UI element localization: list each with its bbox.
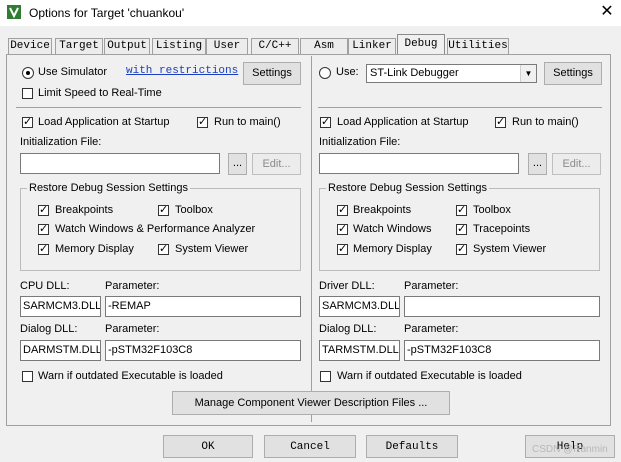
- right-run-to-main-label: Run to main(): [512, 116, 579, 128]
- left-memory-checkbox[interactable]: [38, 242, 49, 255]
- right-browse-button[interactable]: ...: [528, 153, 547, 175]
- left-dialog-param-input[interactable]: -pSTM32F103C8: [105, 340, 301, 361]
- right-run-to-main-checkbox[interactable]: [495, 115, 506, 128]
- tab-listing[interactable]: Listing: [152, 38, 206, 54]
- left-breakpoints-checkbox[interactable]: [38, 203, 49, 216]
- left-sysviewer-checkbox[interactable]: [158, 242, 169, 255]
- right-init-file-label: Initialization File:: [319, 136, 401, 148]
- tab-asm[interactable]: Asm: [300, 38, 348, 54]
- limit-speed-label: Limit Speed to Real-Time: [38, 87, 162, 99]
- left-dialog-param-label: Parameter:: [105, 323, 160, 335]
- limit-speed-checkbox[interactable]: [22, 88, 33, 99]
- left-watch-checkbox[interactable]: [38, 222, 49, 235]
- left-edit-button[interactable]: Edit...: [252, 153, 301, 175]
- cpu-dll-input[interactable]: SARMCM3.DLL: [20, 296, 101, 317]
- defaults-button[interactable]: Defaults: [366, 435, 458, 458]
- right-tracepoints-label: Tracepoints: [473, 223, 531, 235]
- driver-dll-label: Driver DLL:: [319, 280, 375, 292]
- left-warn-checkbox[interactable]: [22, 371, 33, 382]
- right-breakpoints-checkbox[interactable]: [337, 203, 348, 216]
- right-memory-label: Memory Display: [353, 243, 432, 255]
- right-load-app-label: Load Application at Startup: [337, 116, 469, 128]
- left-settings-button[interactable]: Settings: [243, 62, 301, 85]
- driver-param-label: Parameter:: [404, 280, 459, 292]
- right-warn-checkbox[interactable]: [320, 371, 331, 382]
- chevron-down-icon[interactable]: ▼: [520, 65, 536, 82]
- tab-debug[interactable]: Debug: [397, 34, 445, 55]
- left-browse-button[interactable]: ...: [228, 153, 247, 175]
- tab-user[interactable]: User: [206, 38, 248, 54]
- right-sysviewer-checkbox[interactable]: [456, 242, 467, 255]
- driver-dll-input[interactable]: SARMCM3.DLL: [319, 296, 400, 317]
- right-dialog-dll-input[interactable]: TARMSTM.DLL: [319, 340, 400, 361]
- cpu-param-input[interactable]: -REMAP: [105, 296, 301, 317]
- right-toolbox-checkbox[interactable]: [456, 203, 467, 216]
- left-warn-label: Warn if outdated Executable is loaded: [38, 370, 223, 382]
- tab-device[interactable]: Device: [8, 38, 52, 54]
- left-breakpoints-label: Breakpoints: [55, 204, 114, 216]
- cpu-param-label: Parameter:: [105, 280, 160, 292]
- right-breakpoints-label: Breakpoints: [353, 204, 412, 216]
- left-init-file-label: Initialization File:: [20, 136, 102, 148]
- left-load-app-label: Load Application at Startup: [38, 116, 170, 128]
- right-dialog-param-input[interactable]: -pSTM32F103C8: [404, 340, 600, 361]
- watermark: CSDN @Ranmin: [532, 444, 608, 455]
- right-watch-checkbox[interactable]: [337, 222, 348, 235]
- left-watch-label: Watch Windows & Performance Analyzer: [55, 223, 256, 235]
- keil-uvision-icon: [7, 5, 21, 19]
- right-tracepoints-checkbox[interactable]: [456, 222, 467, 235]
- left-memory-label: Memory Display: [55, 243, 134, 255]
- panel-divider: [311, 56, 312, 422]
- ok-button[interactable]: OK: [163, 435, 253, 458]
- debugger-select[interactable]: ST-Link Debugger ▼: [366, 64, 537, 83]
- left-run-to-main-checkbox[interactable]: [197, 115, 208, 128]
- tab-utilities[interactable]: Utilities: [447, 38, 509, 54]
- tab-output[interactable]: Output: [104, 38, 150, 54]
- right-toolbox-label: Toolbox: [473, 204, 511, 216]
- window-title: Options for Target 'chuankou': [29, 6, 185, 20]
- left-toolbox-label: Toolbox: [175, 204, 213, 216]
- close-icon[interactable]: ✕: [597, 2, 617, 22]
- left-dialog-dll-input[interactable]: DARMSTM.DLL: [20, 340, 101, 361]
- debugger-select-value: ST-Link Debugger: [370, 67, 459, 79]
- tab-linker[interactable]: Linker: [348, 38, 396, 54]
- manage-component-viewer-button[interactable]: Manage Component Viewer Description File…: [172, 391, 450, 415]
- right-separator: [318, 107, 602, 108]
- use-simulator-radio[interactable]: [22, 67, 34, 79]
- restrictions-link[interactable]: with restrictions: [126, 65, 238, 77]
- right-dialog-dll-label: Dialog DLL:: [319, 323, 377, 335]
- left-dialog-dll-label: Dialog DLL:: [20, 323, 78, 335]
- use-debugger-radio[interactable]: [319, 67, 331, 79]
- right-restore-group-title: Restore Debug Session Settings: [326, 182, 489, 194]
- use-simulator-label: Use Simulator: [38, 66, 108, 78]
- right-init-file-input[interactable]: [319, 153, 519, 174]
- left-load-app-checkbox[interactable]: [22, 115, 33, 128]
- cancel-button[interactable]: Cancel: [264, 435, 356, 458]
- driver-param-input[interactable]: [404, 296, 600, 317]
- left-init-file-input[interactable]: [20, 153, 220, 174]
- right-watch-label: Watch Windows: [353, 223, 432, 235]
- left-separator: [16, 107, 301, 108]
- right-sysviewer-label: System Viewer: [473, 243, 547, 255]
- right-settings-button[interactable]: Settings: [544, 62, 602, 85]
- left-restore-group-title: Restore Debug Session Settings: [27, 182, 190, 194]
- right-memory-checkbox[interactable]: [337, 242, 348, 255]
- right-edit-button[interactable]: Edit...: [552, 153, 601, 175]
- tab-c-cpp[interactable]: C/C++: [251, 38, 299, 54]
- cpu-dll-label: CPU DLL:: [20, 280, 70, 292]
- right-dialog-param-label: Parameter:: [404, 323, 459, 335]
- tab-target[interactable]: Target: [55, 38, 103, 54]
- use-debugger-label: Use:: [336, 66, 359, 78]
- left-toolbox-checkbox[interactable]: [158, 203, 169, 216]
- left-run-to-main-label: Run to main(): [214, 116, 281, 128]
- right-load-app-checkbox[interactable]: [320, 115, 331, 128]
- left-sysviewer-label: System Viewer: [175, 243, 249, 255]
- right-warn-label: Warn if outdated Executable is loaded: [337, 370, 522, 382]
